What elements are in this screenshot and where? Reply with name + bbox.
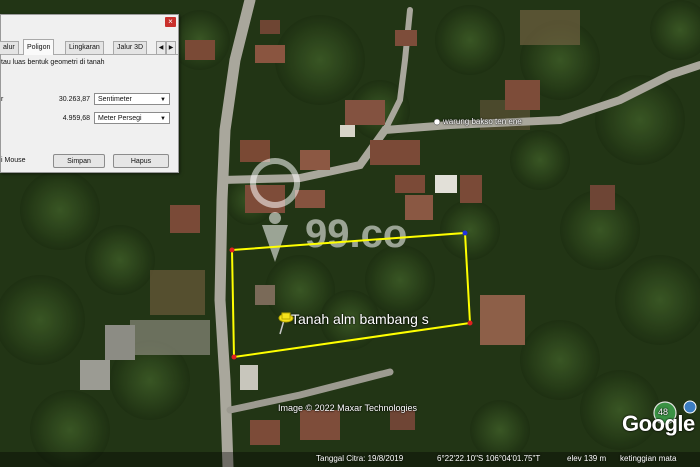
close-icon[interactable]: ×: [165, 17, 176, 27]
mouse-navigation-label[interactable]: i Mouse: [1, 157, 26, 164]
area-unit: Meter Persegi: [98, 115, 142, 122]
status-bar: Tanggal Citra: 19/8/2019 6°22'22.10"S 10…: [0, 452, 700, 467]
place-label[interactable]: warung bakso ten ene: [443, 117, 522, 126]
tab-circle[interactable]: Lingkaran: [65, 41, 104, 54]
tab-polygon[interactable]: Poligon: [23, 39, 55, 55]
chevron-down-icon: ▼: [160, 97, 166, 103]
polygon-vertex[interactable]: [231, 354, 237, 360]
tab-scroll-right-icon[interactable]: ▶: [166, 41, 176, 55]
area-unit-select[interactable]: Meter Persegi ▼: [94, 112, 170, 124]
tab-3d-path[interactable]: Jalur 3D: [113, 41, 148, 54]
area-value: 4.959,68: [62, 115, 90, 122]
polygon-vertex[interactable]: [229, 247, 235, 253]
polygon-vertex[interactable]: [462, 230, 468, 236]
perimeter-value: 30.263,87: [58, 96, 90, 103]
delete-button[interactable]: Hapus: [113, 154, 169, 168]
perimeter-label: r: [1, 96, 4, 103]
ruler-tabs: alur Poligon Lingkaran Jalur 3D ◀ ▶: [0, 39, 178, 55]
perimeter-unit: Sentimeter: [98, 96, 132, 103]
google-logo: Google: [622, 411, 695, 436]
save-button[interactable]: Simpan: [53, 154, 105, 168]
perimeter-unit-select[interactable]: Sentimeter ▼: [94, 93, 170, 105]
panel-description: tau luas bentuk geometri di tanah: [1, 59, 105, 66]
tab-scroll-left-icon[interactable]: ◀: [156, 41, 166, 55]
polygon-vertex[interactable]: [467, 320, 473, 326]
placemark-label[interactable]: Tanah alm bambang s: [291, 311, 429, 327]
tab-path[interactable]: alur: [0, 41, 19, 54]
elevation: elev 139 m: [567, 454, 607, 463]
chevron-down-icon: ▼: [160, 116, 166, 122]
watermark-text: 99.co: [305, 212, 407, 256]
imagery-copyright: Image © 2022 Maxar Technologies: [278, 403, 418, 413]
cursor-coordinates: 6°22'22.10"S 106°04'01.75"T: [437, 454, 541, 463]
place-marker-icon[interactable]: [433, 118, 441, 126]
eye-altitude: ketinggian mata: [620, 454, 677, 463]
imagery-date: Tanggal Citra: 19/8/2019: [316, 454, 404, 463]
ruler-panel: × alur Poligon Lingkaran Jalur 3D ◀ ▶ ta…: [0, 14, 179, 173]
